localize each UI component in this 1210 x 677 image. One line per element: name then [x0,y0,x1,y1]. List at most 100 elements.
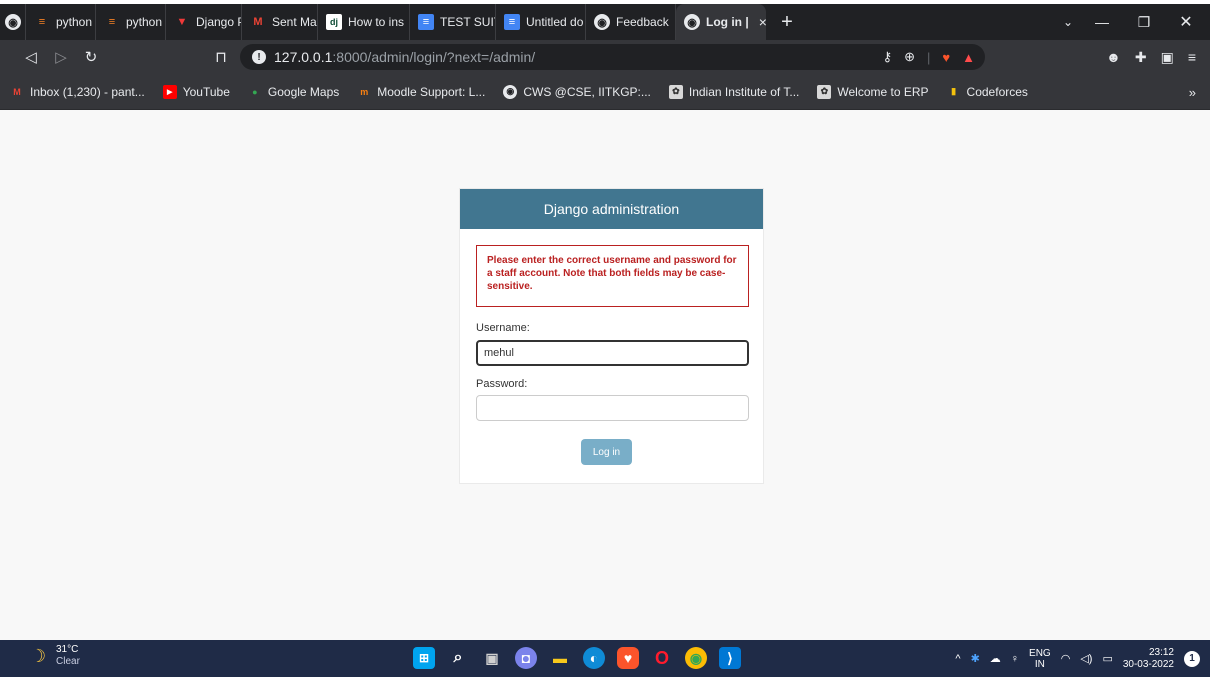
bookmark-label: Indian Institute of T... [688,84,800,99]
page-content: Django administration Please enter the c… [0,110,1210,640]
cloud-icon[interactable]: ☁ [990,652,1001,665]
battery-icon[interactable]: ▭ [1102,652,1112,665]
tab-label: Feedback [616,15,669,29]
bookmark-youtube[interactable]: ▶ YouTube [162,84,230,99]
globe-icon: ◉ [684,14,700,30]
tab-python-2[interactable]: ≡ python - D [96,4,166,40]
edge-icon[interactable]: ◐ [583,647,605,669]
address-bar[interactable]: ! 127.0.0.1 :8000/admin/login/?next=/adm… [240,44,985,70]
docs-icon: ≡ [504,14,520,30]
key-icon[interactable]: ⚷ [883,49,893,65]
bookmark-label: Google Maps [267,84,340,99]
login-button[interactable]: Log in [581,439,632,465]
weather-widget[interactable]: ☽ 31°C Clear [30,644,80,668]
extension-area: ☻ ✚ ▣ ≡ [1106,40,1210,74]
username-label: Username: [476,322,530,334]
tab-django-pdf[interactable]: ▼ Django PD [166,4,242,40]
menu-icon[interactable]: ≡ [1188,49,1196,65]
language-indicator[interactable]: ENG IN [1029,648,1051,670]
tab-test-suite[interactable]: ≡ TEST SUITE [410,4,496,40]
brave-shields-icon[interactable]: ♥ [942,50,950,65]
divider: | [927,49,931,65]
search-icon[interactable]: ⌕ [447,647,469,669]
password-label: Password: [476,378,528,390]
django-icon: dj [326,14,342,30]
gmail-icon: M [13,86,21,97]
zoom-icon[interactable]: ⊕ [904,49,915,65]
info-icon[interactable]: ! [252,50,266,64]
tab-how-to-install[interactable]: dj How to ins [318,4,410,40]
volume-icon[interactable]: ◁) [1080,652,1092,665]
tab-label: Log in | [706,15,749,29]
iit-icon: ✿ [817,84,832,99]
opera-icon[interactable]: O [651,647,673,669]
maps-icon: ● [252,86,258,97]
tab-label: Django PD [196,15,241,29]
bookmark-iit[interactable]: ✿ Indian Institute of T... [668,84,800,99]
moon-icon: ☽ [30,646,47,666]
brave-icon[interactable]: ♥ [617,647,639,669]
chrome-icon[interactable]: ◉ [685,647,707,669]
weather-description: Clear [56,656,80,667]
taskbar: ☽ 31°C Clear ⊞ ⌕ ▣ ◘ ▬ ◐ ♥ O ◉ ⟩ ^ ✱ ☁ ♀… [0,640,1210,677]
bookmarks-bar: M Inbox (1,230) - pant... ▶ YouTube ● Go… [0,74,1210,110]
site-header: Django administration [460,189,763,229]
bookmark-label: Moodle Support: L... [377,84,486,99]
password-input[interactable] [476,395,749,421]
tab-label: Untitled do [526,15,584,29]
tab-untitled-doc[interactable]: ≡ Untitled do [496,4,586,40]
tab-label: python - D [126,15,165,29]
bookmark-erp[interactable]: ✿ Welcome to ERP [817,84,929,99]
wifi-icon[interactable]: ◠ [1061,652,1071,665]
teams-chat-icon[interactable]: ◘ [515,647,537,669]
clock-time: 23:12 [1148,646,1174,658]
extension-icon[interactable]: ☻ [1106,49,1121,65]
wallet-icon[interactable]: ▣ [1161,49,1174,66]
close-tab-icon[interactable]: × [759,14,766,30]
omnibox-actions: ⚷ ⊕ | ♥ ▲ [883,44,975,70]
bookmark-cws[interactable]: ◉ CWS @CSE, IITKGP:... [503,84,651,99]
tab-strip: ◉ ≡ python - D ≡ python - D ▼ Django PD … [0,4,1210,40]
bookmarks-overflow-button[interactable]: » [1189,74,1196,110]
reload-icon[interactable]: ↻ [76,42,106,72]
tab-sent-mail[interactable]: M Sent Mail - [242,4,318,40]
username-input[interactable]: mehul [476,340,749,366]
microphone-icon[interactable]: ♀ [1011,653,1019,665]
tab-log-in[interactable]: ◉ Log in | × [676,4,766,40]
clock[interactable]: 23:12 30-03-2022 [1123,647,1174,671]
tab-feedback[interactable]: ◉ Feedback [586,4,676,40]
window-close-icon[interactable]: ✕ [1166,4,1206,40]
bookmark-codeforces[interactable]: ▮ Codeforces [947,85,1028,99]
file-explorer-icon[interactable]: ▬ [549,647,571,669]
bookmark-label: CWS @CSE, IITKGP:... [523,84,651,99]
notification-badge[interactable]: 1 [1184,650,1200,667]
brave-rewards-icon[interactable]: ▲ [962,50,975,65]
system-tray: ^ ✱ ☁ ♀ ENG IN ◠ ◁) ▭ 23:12 30-03-2022 1 [955,640,1200,677]
tab-python-1[interactable]: ≡ python - D [26,4,96,40]
forward-icon[interactable]: ▷ [46,42,76,72]
url-host: 127.0.0.1 [274,49,333,65]
bookmark-icon[interactable]: ⊓ [206,42,236,72]
new-tab-plus-icon[interactable]: + [774,11,800,34]
iit-icon: ✿ [668,84,683,99]
pinned-apps: ⊞ ⌕ ▣ ◘ ▬ ◐ ♥ O ◉ ⟩ [413,643,741,673]
bookmark-moodle[interactable]: m Moodle Support: L... [357,85,485,99]
bluetooth-icon[interactable]: ✱ [971,652,980,665]
back-icon[interactable]: ◁ [16,42,46,72]
windows-start-icon[interactable]: ⊞ [413,647,435,669]
youtube-icon: ▶ [162,84,177,99]
hidden-icons-chevron-icon[interactable]: ^ [955,653,960,665]
error-note: Please enter the correct username and pa… [476,245,749,307]
stackoverflow-icon: ≡ [108,16,116,28]
bookmark-inbox[interactable]: M Inbox (1,230) - pant... [10,85,144,99]
tab-label: How to ins [348,15,405,29]
globe-icon: ◉ [503,84,518,99]
restore-icon[interactable]: ❐ [1124,4,1164,40]
bookmark-google-maps[interactable]: ● Google Maps [248,85,339,99]
tab-search-button[interactable]: ◉ [0,4,26,40]
puzzle-icon[interactable]: ✚ [1135,49,1147,66]
vscode-icon[interactable]: ⟩ [719,647,741,669]
task-view-icon[interactable]: ▣ [481,647,503,669]
minimize-icon[interactable]: — [1082,4,1122,40]
codeforces-icon: ▮ [951,86,957,96]
